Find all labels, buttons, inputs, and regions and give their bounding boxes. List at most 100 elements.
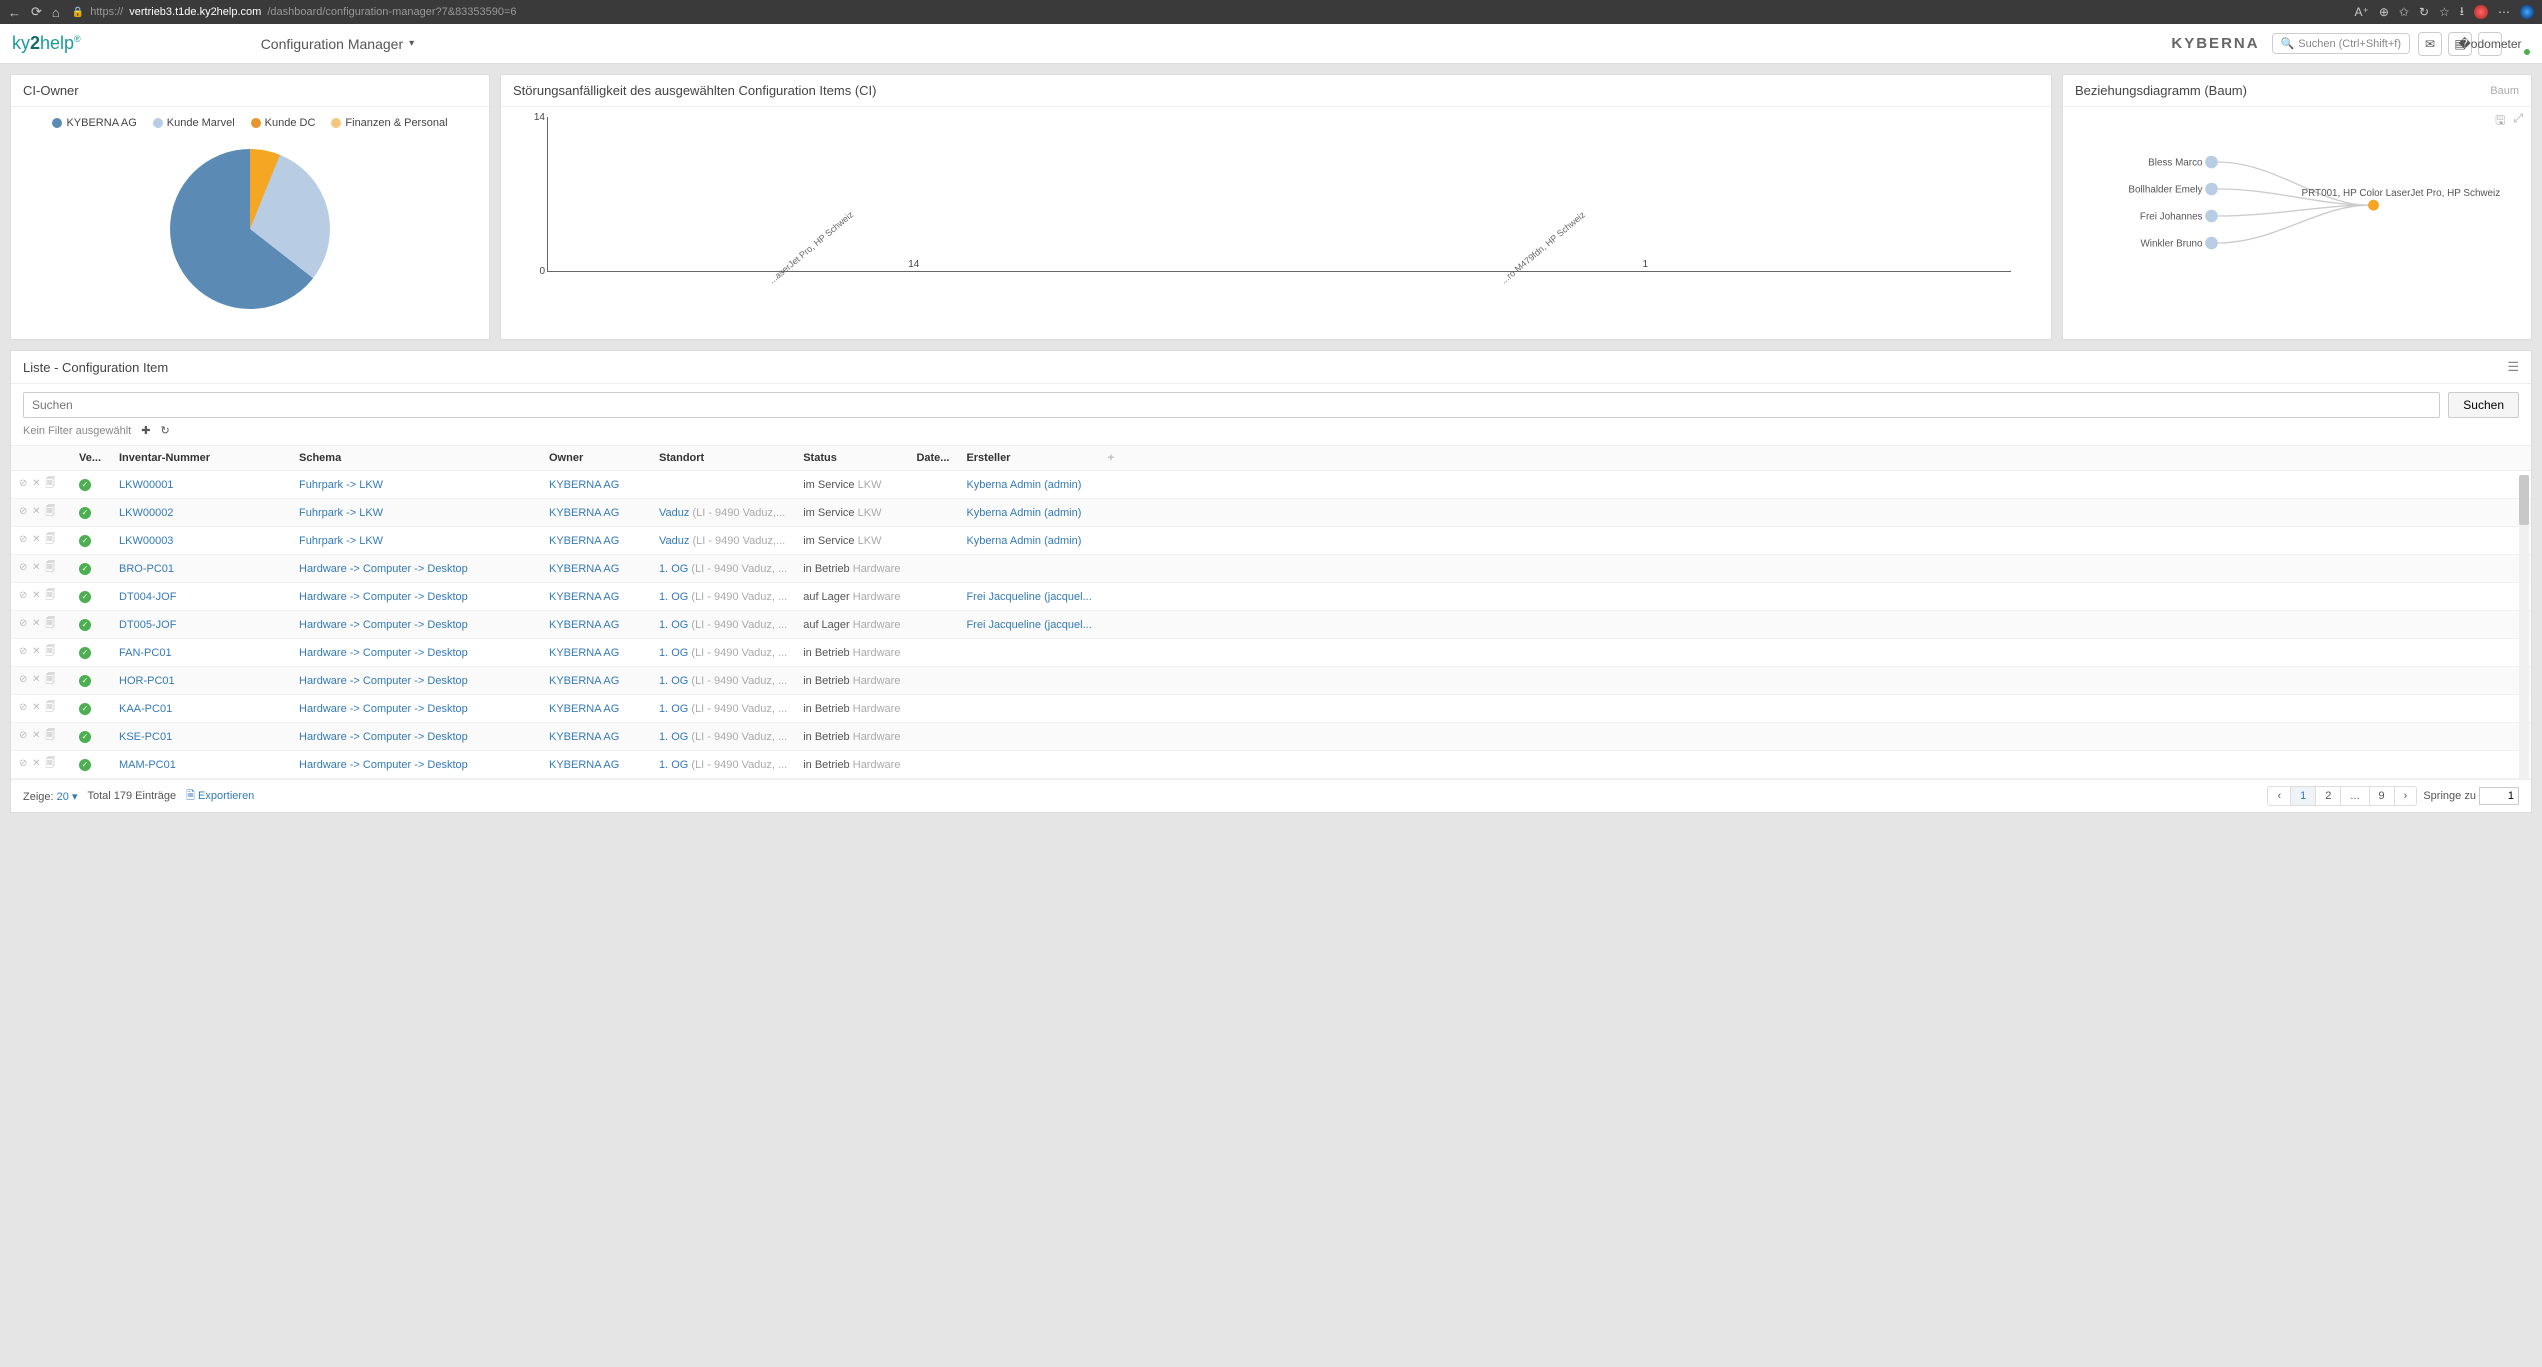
owner-link[interactable]: KYBERNA AG — [549, 479, 619, 491]
user-avatar[interactable] — [2508, 33, 2530, 55]
zoom-icon[interactable]: ⊕ — [2379, 5, 2389, 19]
ersteller-link[interactable]: Frei Jacqueline (jacquel... — [966, 619, 1091, 631]
owner-link[interactable]: KYBERNA AG — [549, 619, 619, 631]
row-actions[interactable]: ⊘ ✕ 🗐 — [19, 506, 56, 517]
col-actions[interactable] — [11, 446, 71, 471]
row-actions[interactable]: ⊘ ✕ 🗐 — [19, 646, 56, 657]
page-1[interactable]: 1 — [2291, 787, 2316, 805]
row-actions[interactable]: ⊘ ✕ 🗐 — [19, 618, 56, 629]
jump-input[interactable] — [2479, 787, 2519, 805]
page-‹[interactable]: ‹ — [2268, 787, 2291, 805]
table-row[interactable]: ⊘ ✕ 🗐 ✓ KSE-PC01 Hardware -> Computer ->… — [11, 723, 2531, 751]
row-actions[interactable]: ⊘ ✕ 🗐 — [19, 590, 56, 601]
schema-link[interactable]: Hardware -> Computer -> Desktop — [299, 591, 468, 603]
owner-link[interactable]: KYBERNA AG — [549, 507, 619, 519]
table-row[interactable]: ⊘ ✕ 🗐 ✓ KAA-PC01 Hardware -> Computer ->… — [11, 695, 2531, 723]
more-icon[interactable]: ⋯ — [2498, 5, 2510, 19]
legend-item[interactable]: Kunde Marvel — [153, 117, 235, 129]
download-icon[interactable]: ⭳ — [2460, 2, 2464, 23]
owner-link[interactable]: KYBERNA AG — [549, 563, 619, 575]
schema-link[interactable]: Hardware -> Computer -> Desktop — [299, 675, 468, 687]
person-node[interactable] — [2205, 156, 2218, 169]
page-...[interactable]: ... — [2341, 787, 2369, 805]
save-diagram-icon[interactable]: 🖫 — [2495, 111, 2505, 132]
table-row[interactable]: ⊘ ✕ 🗐 ✓ HOR-PC01 Hardware -> Computer ->… — [11, 667, 2531, 695]
schema-link[interactable]: Hardware -> Computer -> Desktop — [299, 563, 468, 575]
inventar-link[interactable]: LKW00001 — [119, 479, 173, 491]
col-inventar[interactable]: Inventar-Nummer — [111, 446, 291, 471]
standort-link[interactable]: 1. OG — [659, 591, 688, 603]
ersteller-link[interactable]: Kyberna Admin (admin) — [966, 507, 1081, 519]
standort-link[interactable]: 1. OG — [659, 619, 688, 631]
pie-chart[interactable] — [170, 149, 330, 309]
target-node[interactable] — [2368, 200, 2379, 211]
col-ersteller[interactable]: Ersteller — [958, 446, 1099, 471]
table-row[interactable]: ⊘ ✕ 🗐 ✓ LKW00003 Fuhrpark -> LKW KYBERNA… — [11, 527, 2531, 555]
bar-chart[interactable]: 14 0 14...aserJet Pro, HP Schweiz1...ro … — [511, 117, 2041, 317]
back-icon[interactable]: ← — [8, 5, 21, 20]
schema-link[interactable]: Hardware -> Computer -> Desktop — [299, 703, 468, 715]
table-scrollbar[interactable] — [2519, 475, 2529, 779]
standort-link[interactable]: Vaduz — [659, 507, 689, 519]
owner-link[interactable]: KYBERNA AG — [549, 703, 619, 715]
dashboard-icon[interactable]: �odometer — [2478, 32, 2502, 56]
standort-link[interactable]: 1. OG — [659, 703, 688, 715]
ersteller-link[interactable]: Kyberna Admin (admin) — [966, 535, 1081, 547]
inventar-link[interactable]: LKW00003 — [119, 535, 173, 547]
page-size-select[interactable]: 20 ▾ — [57, 791, 78, 803]
url-host[interactable]: vertrieb3.t1de.ky2help.com — [129, 6, 261, 18]
table-row[interactable]: ⊘ ✕ 🗐 ✓ FAN-PC01 Hardware -> Computer ->… — [11, 639, 2531, 667]
person-node[interactable] — [2205, 183, 2218, 196]
col-owner[interactable]: Owner — [541, 446, 651, 471]
ersteller-link[interactable]: Frei Jacqueline (jacquel... — [966, 591, 1091, 603]
panel-menu-icon[interactable]: ☰ — [2507, 359, 2519, 375]
ersteller-link[interactable]: Kyberna Admin (admin) — [966, 479, 1081, 491]
standort-link[interactable]: 1. OG — [659, 563, 688, 575]
expand-diagram-icon[interactable]: ⤢ — [2513, 111, 2523, 132]
row-actions[interactable]: ⊘ ✕ 🗐 — [19, 534, 56, 545]
standort-link[interactable]: 1. OG — [659, 731, 688, 743]
inventar-link[interactable]: LKW00002 — [119, 507, 173, 519]
bing-icon[interactable] — [2520, 5, 2534, 19]
inventar-link[interactable]: MAM-PC01 — [119, 759, 176, 771]
refresh-filter-icon[interactable]: ↻ — [160, 424, 169, 437]
row-actions[interactable]: ⊘ ✕ 🗐 — [19, 758, 56, 769]
schema-link[interactable]: Fuhrpark -> LKW — [299, 535, 383, 547]
owner-link[interactable]: KYBERNA AG — [549, 591, 619, 603]
legend-item[interactable]: Kunde DC — [251, 117, 316, 129]
mail-icon[interactable]: ✉ — [2418, 32, 2442, 56]
table-row[interactable]: ⊘ ✕ 🗐 ✓ BRO-PC01 Hardware -> Computer ->… — [11, 555, 2531, 583]
col-standort[interactable]: Standort — [651, 446, 795, 471]
global-search[interactable]: 🔍 Suchen (Ctrl+Shift+f) — [2272, 33, 2410, 54]
list-search-input[interactable] — [23, 392, 2440, 418]
export-button[interactable]: 🗎 Exportieren — [186, 787, 254, 806]
owner-link[interactable]: KYBERNA AG — [549, 759, 619, 771]
row-actions[interactable]: ⊘ ✕ 🗐 — [19, 478, 56, 489]
table-row[interactable]: ⊘ ✕ 🗐 ✓ LKW00002 Fuhrpark -> LKW KYBERNA… — [11, 499, 2531, 527]
relationship-diagram[interactable]: Bless MarcoBollhalder EmelyFrei Johannes… — [2073, 117, 2521, 297]
legend-item[interactable]: Finanzen & Personal — [331, 117, 447, 129]
schema-link[interactable]: Hardware -> Computer -> Desktop — [299, 647, 468, 659]
schema-link[interactable]: Hardware -> Computer -> Desktop — [299, 619, 468, 631]
list-search-button[interactable]: Suchen — [2448, 392, 2519, 418]
owner-link[interactable]: KYBERNA AG — [549, 731, 619, 743]
diagram-mode[interactable]: Baum — [2490, 85, 2519, 97]
refresh-icon[interactable]: ⟳ — [31, 4, 42, 20]
row-actions[interactable]: ⊘ ✕ 🗐 — [19, 702, 56, 713]
schema-link[interactable]: Fuhrpark -> LKW — [299, 507, 383, 519]
person-node[interactable] — [2205, 210, 2218, 223]
row-actions[interactable]: ⊘ ✕ 🗐 — [19, 730, 56, 741]
text-size-icon[interactable]: A⁺ — [2355, 5, 2369, 19]
inventar-link[interactable]: DT005-JOF — [119, 619, 176, 631]
profile1-icon[interactable] — [2474, 5, 2488, 19]
col-add-column[interactable]: + — [1100, 446, 2531, 471]
inventar-link[interactable]: KSE-PC01 — [119, 731, 172, 743]
inventar-link[interactable]: FAN-PC01 — [119, 647, 172, 659]
history-icon[interactable]: ↻ — [2419, 5, 2429, 19]
inventar-link[interactable]: HOR-PC01 — [119, 675, 175, 687]
schema-link[interactable]: Hardware -> Computer -> Desktop — [299, 731, 468, 743]
table-row[interactable]: ⊘ ✕ 🗐 ✓ LKW00001 Fuhrpark -> LKW KYBERNA… — [11, 471, 2531, 499]
page-›[interactable]: › — [2395, 787, 2417, 805]
standort-link[interactable]: Vaduz — [659, 535, 689, 547]
standort-link[interactable]: 1. OG — [659, 647, 688, 659]
